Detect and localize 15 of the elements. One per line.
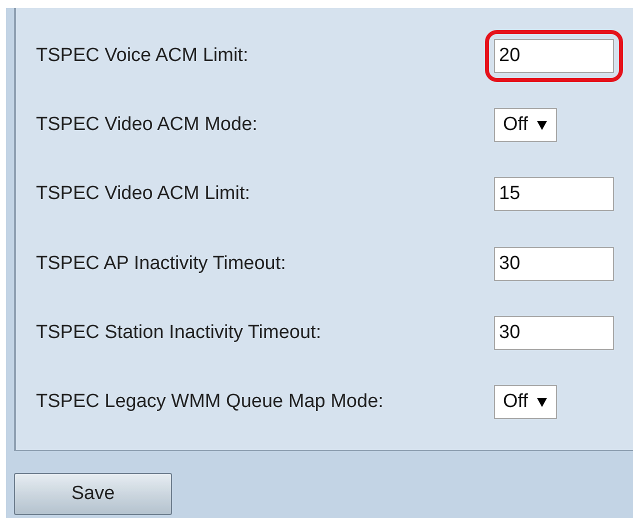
setting-label: TSPEC Video ACM Mode:	[36, 114, 258, 136]
setting-label: TSPEC Legacy WMM Queue Map Mode:	[36, 391, 384, 414]
text-input-field[interactable]: 30	[494, 246, 614, 281]
save-button[interactable]: Save	[14, 473, 172, 515]
setting-label: TSPEC Video ACM Limit:	[36, 183, 252, 206]
setting-label: TSPEC Station Inactivity Timeout:	[36, 322, 322, 344]
dropdown[interactable]: Off	[494, 385, 557, 420]
setting-label: TSPEC Voice ACM Limit:	[36, 44, 250, 67]
caret-icon	[536, 396, 548, 408]
text-input-field[interactable]: 15	[494, 177, 614, 212]
text-input-field[interactable]: 30	[494, 316, 614, 350]
setting-label: TSPEC AP Inactivity Timeout:	[36, 252, 287, 275]
caret-icon	[536, 118, 548, 131]
dropdown[interactable]: Off	[494, 108, 557, 142]
text-input-field[interactable]: 20	[494, 38, 614, 73]
